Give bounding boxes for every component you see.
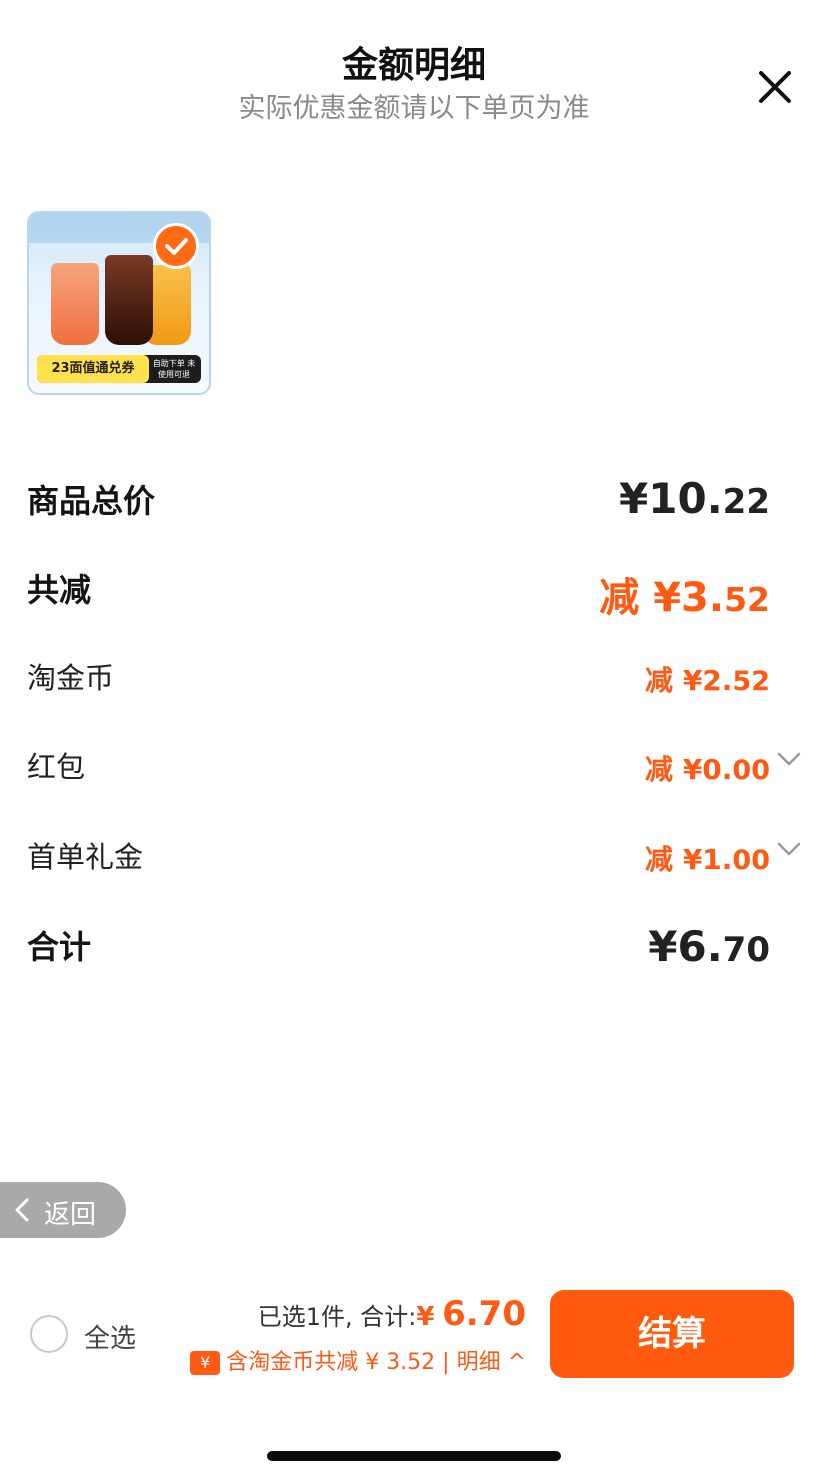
coin-badge-icon: ¥ <box>190 1351 221 1375</box>
minus-prefix: 减 <box>645 843 674 876</box>
select-all-radio[interactable] <box>30 1315 68 1353</box>
check-icon[interactable] <box>153 223 199 269</box>
coin-discount-text: 含淘金币共减 ¥ 3.52 | 明细 ^ <box>226 1350 526 1375</box>
selected-count-text: 已选1件, 合计: <box>257 1303 417 1331</box>
amount-int: 6. <box>677 922 723 971</box>
amount-int: 2. <box>702 664 733 697</box>
chevron-left-icon <box>15 1198 29 1222</box>
amount-int: 10. <box>648 474 723 523</box>
currency-symbol: ¥ <box>682 843 703 876</box>
product-thumbnail[interactable]: 23面值通兑券 自助下单 未使用可退 <box>27 211 211 395</box>
row-value: 减 ¥3.52 <box>599 565 770 623</box>
minus-prefix: 减 <box>599 575 640 621</box>
currency-symbol: ¥ <box>648 922 678 971</box>
currency-symbol: ¥ <box>653 575 682 621</box>
back-label: 返回 <box>44 1200 97 1230</box>
row-label: 合计 <box>27 928 92 966</box>
page-title: 金额明细 <box>341 45 486 86</box>
amount-int: 0. <box>702 753 733 786</box>
page-subtitle: 实际优惠金额请以下单页为准 <box>238 93 590 124</box>
voucher-badge-text: 23面值通兑券 <box>37 355 149 383</box>
row-label: 共减 <box>27 571 92 609</box>
row-label: 首单礼金 <box>27 840 144 874</box>
row-value: 减 ¥1.00 <box>645 838 770 878</box>
row-value: ¥6.70 <box>648 922 770 971</box>
currency-symbol: ¥ <box>682 664 703 697</box>
row-label: 红包 <box>27 750 86 784</box>
minus-prefix: 减 <box>645 664 674 697</box>
amount-cents: 52 <box>732 666 770 697</box>
minus-prefix: 减 <box>645 753 674 786</box>
chevron-down-icon[interactable] <box>776 840 802 858</box>
order-summary: 已选1件, 合计:¥ 6.70 <box>258 1294 526 1334</box>
amount-int: 3. <box>681 575 725 621</box>
amount-cents: 52 <box>724 580 770 619</box>
voucher-tag: 23面值通兑券 自助下单 未使用可退 <box>37 355 201 383</box>
drink-cup-image <box>51 263 99 345</box>
amount-cents: 70 <box>722 930 770 970</box>
back-button[interactable]: 返回 <box>0 1182 126 1238</box>
row-value: ¥10.22 <box>619 474 770 523</box>
amount-int: 1. <box>702 843 733 876</box>
row-value: 减 ¥2.52 <box>645 659 770 699</box>
amount-cents: 22 <box>722 482 770 522</box>
close-icon[interactable] <box>748 60 802 114</box>
coin-discount-detail-link[interactable]: ¥ 含淘金币共减 ¥ 3.52 | 明细 ^ <box>190 1344 526 1376</box>
currency-symbol: ¥ <box>619 474 649 523</box>
amount-cents: 00 <box>732 845 770 876</box>
drink-cup-image <box>105 255 153 345</box>
currency-symbol: ¥ <box>416 1302 435 1332</box>
checkout-button[interactable]: 结算 <box>550 1290 794 1378</box>
currency-symbol: ¥ <box>682 753 703 786</box>
select-all-label[interactable]: 全选 <box>84 1318 136 1355</box>
home-indicator[interactable] <box>267 1451 561 1461</box>
chevron-down-icon[interactable] <box>776 750 802 768</box>
voucher-badge-note: 自助下单 未使用可退 <box>152 359 196 379</box>
row-label: 商品总价 <box>27 482 156 520</box>
amount-cents: 00 <box>732 755 770 786</box>
row-value: 减 ¥0.00 <box>645 748 770 788</box>
row-label: 淘金币 <box>27 661 115 695</box>
total-amount: 6.70 <box>442 1294 526 1334</box>
